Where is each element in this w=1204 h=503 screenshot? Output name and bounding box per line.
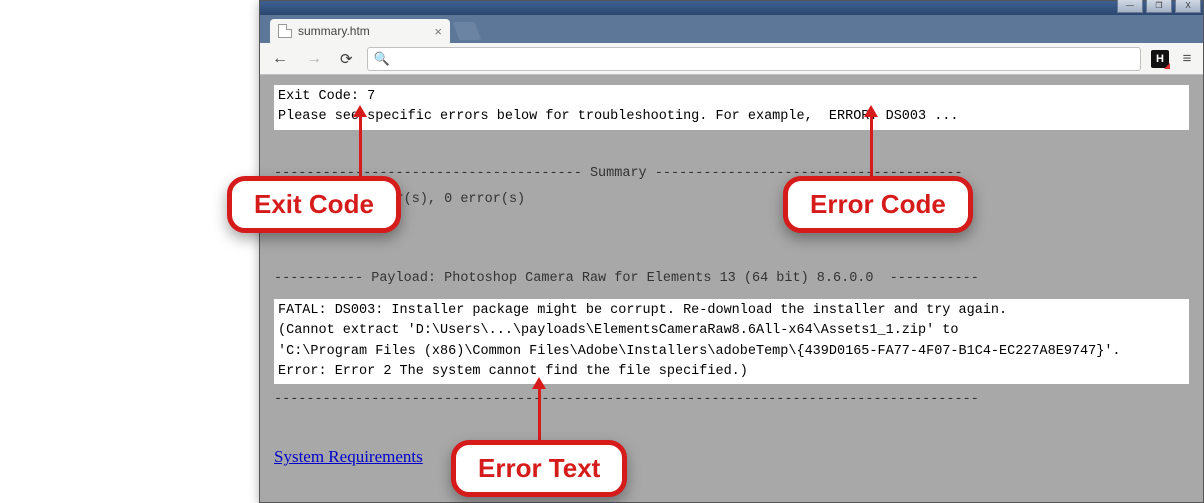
close-window-button[interactable]: X	[1175, 0, 1201, 13]
gap2	[274, 210, 1189, 230]
browser-window: — ❐ X summary.htm × ← → ⟳ 🔍 H ≡ Exit Cod…	[259, 0, 1204, 503]
end-separator: ----------------------------------------…	[274, 390, 1189, 410]
address-bar[interactable]: 🔍	[367, 47, 1141, 71]
menu-icon[interactable]: ≡	[1179, 52, 1195, 66]
tab-title: summary.htm	[298, 24, 370, 38]
arrow-error-text-line	[538, 388, 541, 440]
arrow-exit-code-line	[359, 116, 362, 176]
fatal-line-4: Error: Error 2 The system cannot find th…	[278, 364, 748, 379]
arrow-exit-code-head	[353, 105, 367, 117]
arrow-error-text-head	[532, 377, 546, 389]
tabstrip: summary.htm ×	[260, 15, 1203, 43]
maximize-button[interactable]: ❐	[1146, 0, 1172, 13]
fatal-line-3: 'C:\Program Files (x86)\Common Files\Ado…	[278, 344, 1121, 359]
callout-exit-code: Exit Code	[227, 176, 401, 233]
callout-error-text: Error Text	[451, 440, 627, 497]
window-controls: — ❐ X	[1117, 0, 1201, 13]
fatal-block: FATAL: DS003: Installer package might be…	[274, 299, 1189, 384]
titlebar: — ❐ X	[260, 1, 1203, 15]
arrow-error-code-head	[864, 105, 878, 117]
fatal-line-1: FATAL: DS003: Installer package might be…	[278, 303, 1007, 318]
close-tab-icon[interactable]: ×	[434, 24, 442, 39]
forward-button[interactable]: →	[302, 48, 326, 70]
extension-badge	[1164, 63, 1170, 69]
toolbar: ← → ⟳ 🔍 H ≡	[260, 43, 1203, 75]
tab-summary[interactable]: summary.htm ×	[270, 19, 450, 43]
counts-line: - 2 fatal error(s), 0 error(s)	[274, 190, 1189, 210]
exit-code-block: Exit Code: 7 Please see specific errors …	[274, 85, 1189, 130]
extension-icon[interactable]: H	[1151, 50, 1169, 68]
advice-line: Please see specific errors below for tro…	[278, 109, 959, 124]
payload-separator: ----------- Payload: Photoshop Camera Ra…	[274, 269, 1189, 289]
exit-code-line: Exit Code: 7	[278, 89, 375, 104]
new-tab-button[interactable]	[453, 22, 482, 40]
gap1	[274, 130, 1189, 150]
page-icon	[278, 24, 292, 38]
back-button[interactable]: ←	[268, 48, 292, 70]
summary-separator: -------------------------------------- S…	[274, 164, 1189, 184]
system-requirements-link[interactable]: System Requirements	[274, 447, 423, 466]
extension-label: H	[1156, 53, 1164, 65]
fatal-line-2: (Cannot extract 'D:\Users\...\payloads\E…	[278, 323, 959, 338]
callout-error-code: Error Code	[783, 176, 973, 233]
minimize-button[interactable]: —	[1117, 0, 1143, 13]
page-content: Exit Code: 7 Please see specific errors …	[260, 75, 1203, 502]
arrow-error-code-line	[870, 116, 873, 176]
reload-button[interactable]: ⟳	[336, 48, 357, 70]
search-icon: 🔍	[374, 51, 390, 67]
gap3	[274, 231, 1189, 251]
